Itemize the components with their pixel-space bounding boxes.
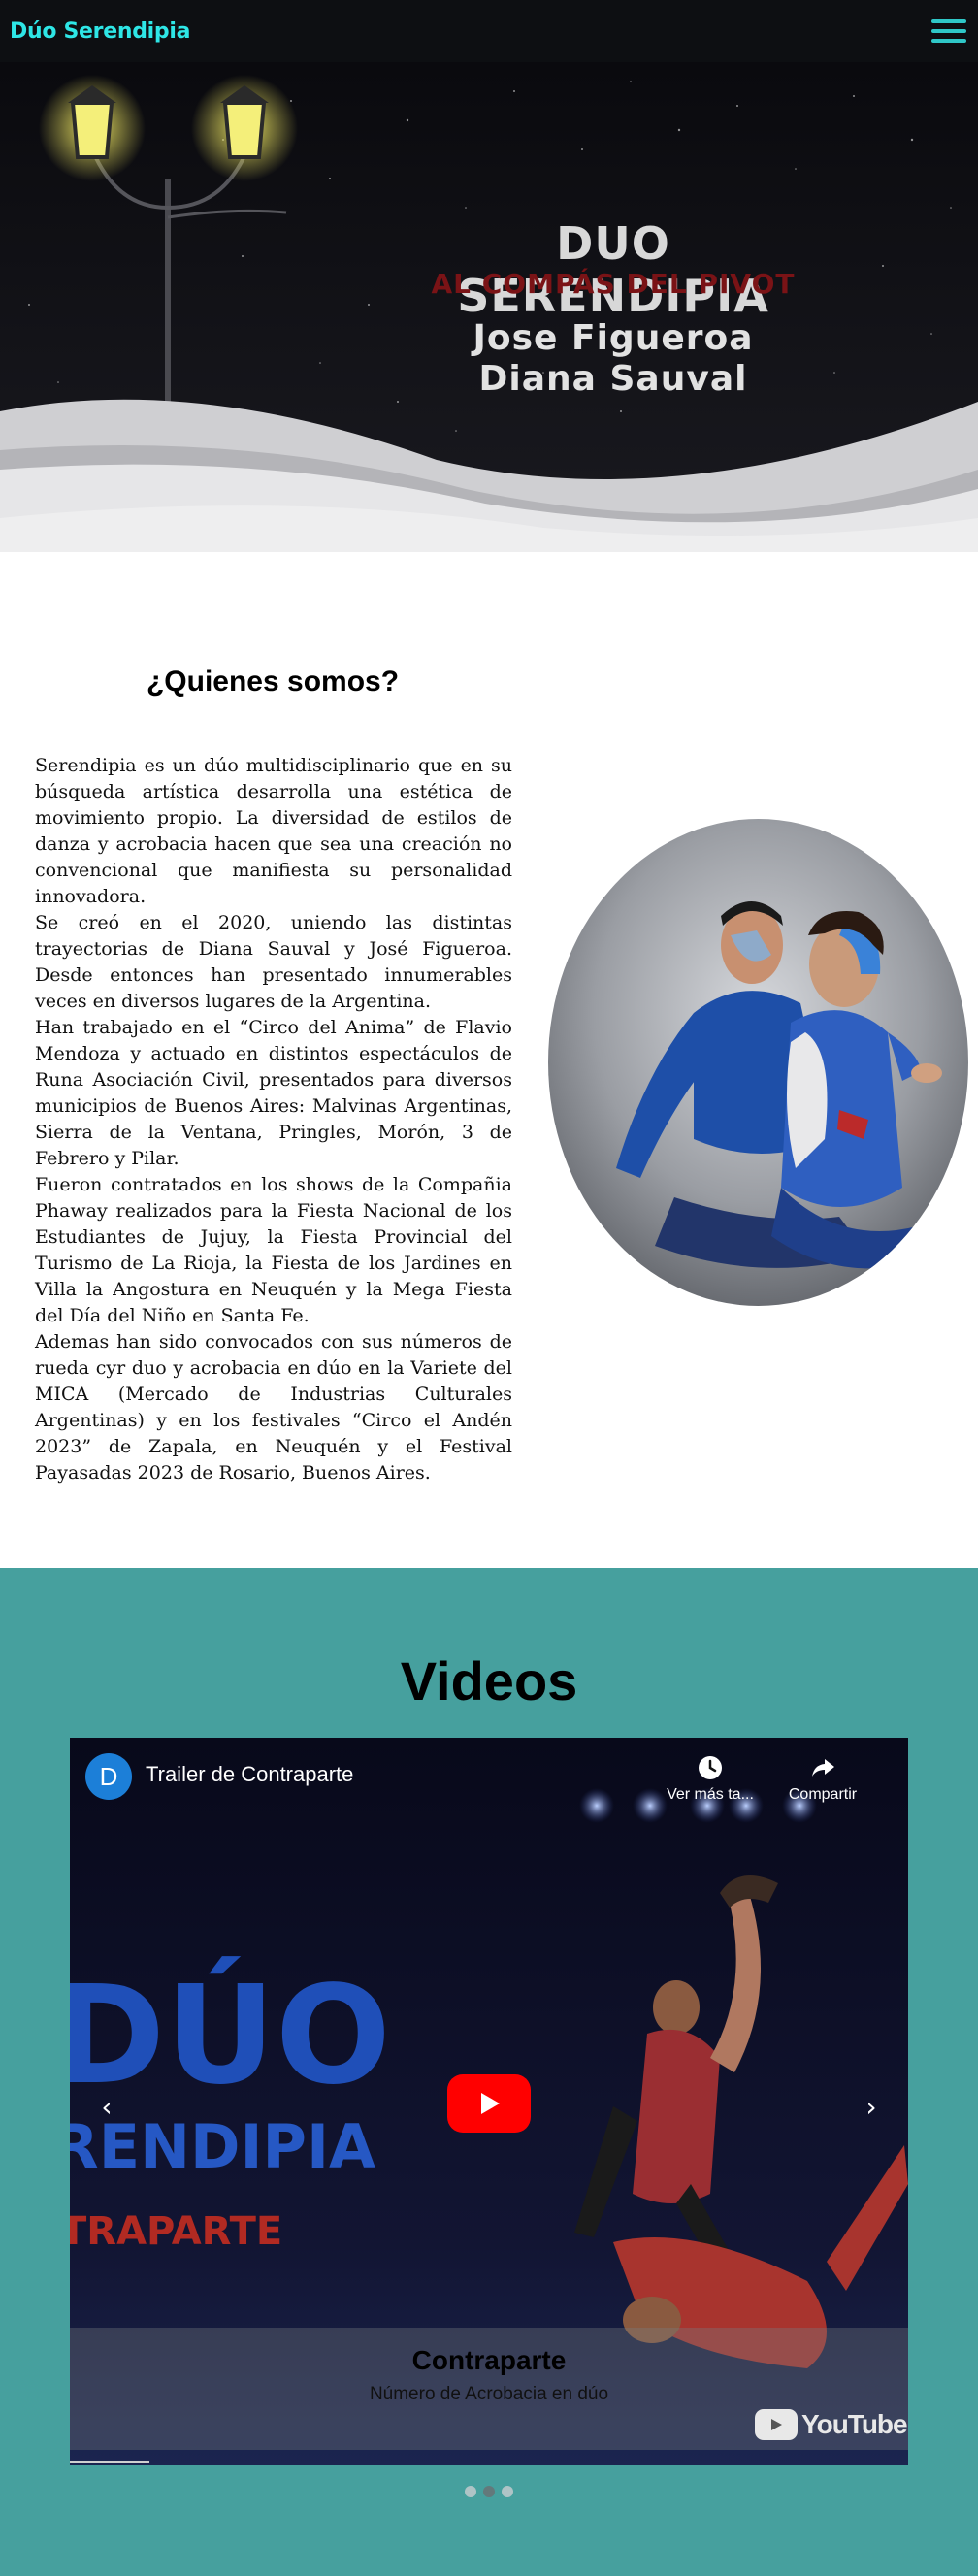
play-button[interactable] [447,2074,531,2133]
share-label: Compartir [788,1786,858,1803]
caption-subtitle: Número de Acrobacia en dúo [369,2384,609,2404]
hero-name-2: Diana Sauval [478,359,748,399]
video-title[interactable]: Trailer de Contraparte [146,1762,353,1787]
watch-later-button[interactable]: Ver más ta... [662,1753,759,1804]
share-icon [812,1759,834,1777]
about-paragraph: Ademas han sido convocados con sus númer… [35,1331,512,1484]
navbar: Dúo Serendipia [0,0,978,62]
duo-photo-illustration [548,819,968,1306]
hero-subtitle: AL COMPÁS DEL PIVOT [431,268,796,300]
carousel-prev-button[interactable]: ‹ [85,2085,128,2128]
hamburger-bar [931,29,966,33]
youtube-logo-icon [755,2409,798,2440]
youtube-logo[interactable]: YouTube [755,2407,908,2442]
video-progress-indicator [70,2461,149,2463]
share-button[interactable]: Compartir [774,1753,871,1804]
carousel-indicators [0,2486,978,2497]
youtube-logo-text: YouTube [801,2409,908,2439]
about-paragraph: Han trabajado en el “Circo del Anima” de… [35,1017,512,1169]
about-paragraph: Se creó en el 2020, uniendo las distinta… [35,912,512,1012]
carousel-indicator-3[interactable] [502,2486,513,2497]
about-paragraph: Serendipia es un dúo multidisciplinario … [35,755,512,907]
about-text: Serendipia es un dúo multidisciplinario … [35,753,512,1486]
videos-title: Videos [400,1650,578,1712]
about-title: ¿Quienes somos? [146,666,400,698]
channel-avatar[interactable]: D [85,1753,132,1800]
hamburger-bar [931,19,966,23]
hamburger-menu-icon[interactable] [929,16,968,46]
duo-photo [548,819,968,1306]
hero-name-1: Jose Figueroa [473,318,754,358]
carousel-next-button[interactable]: › [850,2085,893,2128]
hero-banner: DUO SERENDIPIA AL COMPÁS DEL PIVOT Jose … [0,62,978,552]
play-icon [481,2093,500,2114]
watch-later-label: Ver más ta... [667,1786,754,1803]
about-paragraph: Fueron contratados en los shows de la Co… [35,1174,512,1326]
video-player[interactable]: DÚO RENDIPIA TRAPARTE D Trailer de Contr… [70,1738,908,2465]
caption-title: Contraparte [411,2345,567,2375]
videos-section: Videos DÚO RENDIPIA TRAPARTE D Trailer d… [0,1568,978,2576]
clock-icon [699,1756,722,1779]
brand-link[interactable]: Dúo Serendipia [10,19,190,44]
thumbnail-text-contraparte: TRAPARTE [70,2209,282,2254]
carousel-indicator-2[interactable] [483,2486,495,2497]
hamburger-bar [931,39,966,43]
carousel-indicator-1[interactable] [465,2486,476,2497]
